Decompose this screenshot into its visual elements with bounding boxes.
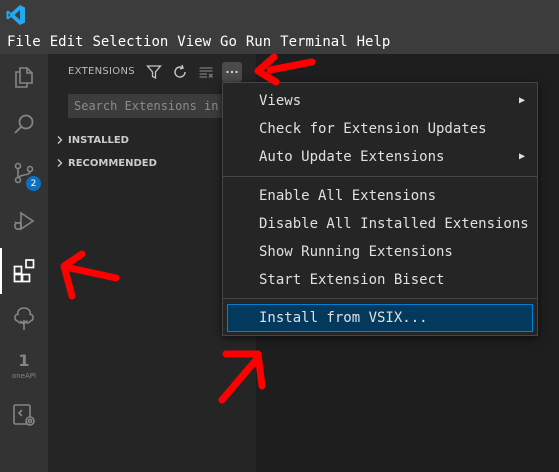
section-installed[interactable]: INSTALLED xyxy=(54,134,129,146)
menu-file[interactable]: File xyxy=(4,34,44,50)
menu-edit[interactable]: Edit xyxy=(47,34,87,50)
chevron-right-icon xyxy=(57,159,63,167)
menu-item-enable-all[interactable]: Enable All Extensions xyxy=(227,182,533,210)
menu-help[interactable]: Help xyxy=(354,34,394,50)
menu-item-bisect[interactable]: Start Extension Bisect xyxy=(227,266,533,294)
menu-terminal[interactable]: Terminal xyxy=(277,34,350,50)
clear-icon xyxy=(199,67,213,78)
menu-separator xyxy=(223,298,537,299)
activity-bar: 2 1 oneAPI xyxy=(0,54,48,472)
annotation-arrow-left xyxy=(60,250,120,300)
menu-item-label: Check for Extension Updates xyxy=(259,121,487,137)
activity-explorer[interactable] xyxy=(0,54,48,100)
menu-item-show-running[interactable]: Show Running Extensions xyxy=(227,238,533,266)
run-debug-icon xyxy=(13,211,35,231)
svg-text:1: 1 xyxy=(18,352,29,370)
sidebar-title: EXTENSIONS xyxy=(68,66,135,77)
more-actions-menu: Views ▶ Check for Extension Updates Auto… xyxy=(222,82,538,336)
more-actions-button[interactable] xyxy=(222,62,242,82)
clear-button[interactable] xyxy=(196,62,216,82)
menu-item-label: Views xyxy=(259,93,302,109)
extensions-icon xyxy=(13,259,35,283)
menu-item-label: Enable All Extensions xyxy=(259,188,437,204)
menu-item-label: Start Extension Bisect xyxy=(259,272,445,288)
search-icon xyxy=(14,114,34,134)
activity-search[interactable] xyxy=(0,102,48,148)
menu-item-label: Show Running Extensions xyxy=(259,244,453,260)
remote-icon xyxy=(13,404,35,426)
section-recommended[interactable]: RECOMMENDED xyxy=(54,157,157,169)
chevron-right-icon xyxy=(57,136,63,144)
menu-item-views[interactable]: Views ▶ xyxy=(227,87,533,115)
refresh-icon xyxy=(174,64,186,78)
tree-icon xyxy=(14,307,34,330)
menu-item-check-updates[interactable]: Check for Extension Updates xyxy=(227,115,533,143)
annotation-arrow-bottom xyxy=(218,350,266,404)
menu-bar: File Edit Selection View Go Run Terminal… xyxy=(0,30,559,54)
activity-extensions[interactable] xyxy=(0,248,48,294)
submenu-arrow-icon: ▶ xyxy=(518,95,525,106)
explorer-icon xyxy=(15,67,33,88)
activity-tree[interactable] xyxy=(0,296,48,342)
activity-run-debug[interactable] xyxy=(0,198,48,244)
menu-item-label: Install from VSIX... xyxy=(259,310,428,326)
menu-view[interactable]: View xyxy=(174,34,214,50)
vscode-logo xyxy=(6,5,25,25)
menu-item-install-vsix[interactable]: Install from VSIX... xyxy=(227,304,533,332)
more-icon xyxy=(226,70,238,74)
source-control-badge: 2 xyxy=(26,176,41,191)
submenu-arrow-icon: ▶ xyxy=(518,151,525,162)
oneapi-icon: 1 oneAPI xyxy=(12,352,36,380)
svg-text:oneAPI: oneAPI xyxy=(12,372,36,380)
refresh-button[interactable] xyxy=(170,62,190,82)
menu-item-auto-update[interactable]: Auto Update Extensions ▶ xyxy=(227,143,533,171)
filter-button[interactable] xyxy=(144,62,164,82)
activity-source-control[interactable]: 2 xyxy=(0,150,48,196)
activity-oneapi[interactable]: 1 oneAPI xyxy=(0,344,48,390)
menu-run[interactable]: Run xyxy=(243,34,274,50)
activity-remote[interactable] xyxy=(0,392,48,438)
menu-item-label: Disable All Installed Extensions xyxy=(259,216,529,232)
annotation-arrow-top xyxy=(254,53,316,86)
sidebar-actions xyxy=(144,62,248,82)
filter-icon xyxy=(146,65,162,80)
menu-item-label: Auto Update Extensions xyxy=(259,149,445,165)
section-recommended-label: RECOMMENDED xyxy=(68,157,157,169)
title-bar xyxy=(0,0,559,30)
menu-go[interactable]: Go xyxy=(217,34,240,50)
menu-selection[interactable]: Selection xyxy=(89,34,171,50)
section-installed-label: INSTALLED xyxy=(68,134,129,146)
menu-separator xyxy=(223,176,537,177)
menu-item-disable-all[interactable]: Disable All Installed Extensions xyxy=(227,210,533,238)
